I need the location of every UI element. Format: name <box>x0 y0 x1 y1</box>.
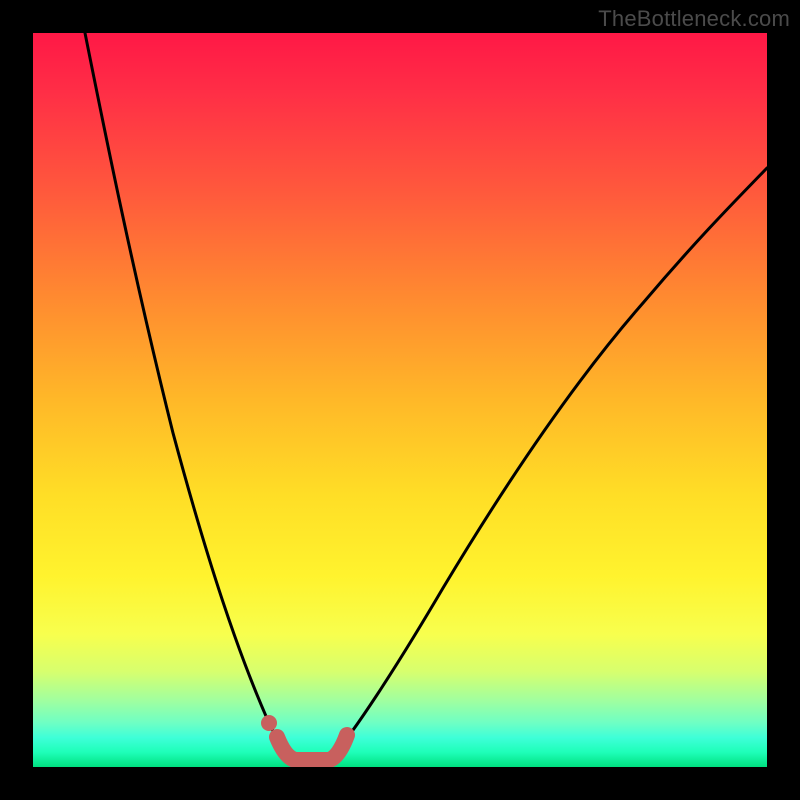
chart-frame: TheBottleneck.com <box>0 0 800 800</box>
highlight-dot <box>261 715 277 731</box>
bottleneck-curve <box>33 33 767 767</box>
curve-right-branch <box>333 168 767 756</box>
curve-left-branch <box>85 33 290 756</box>
highlight-u <box>277 735 347 760</box>
watermark-label: TheBottleneck.com <box>598 6 790 32</box>
bottleneck-highlight <box>261 715 347 760</box>
plot-area <box>33 33 767 767</box>
